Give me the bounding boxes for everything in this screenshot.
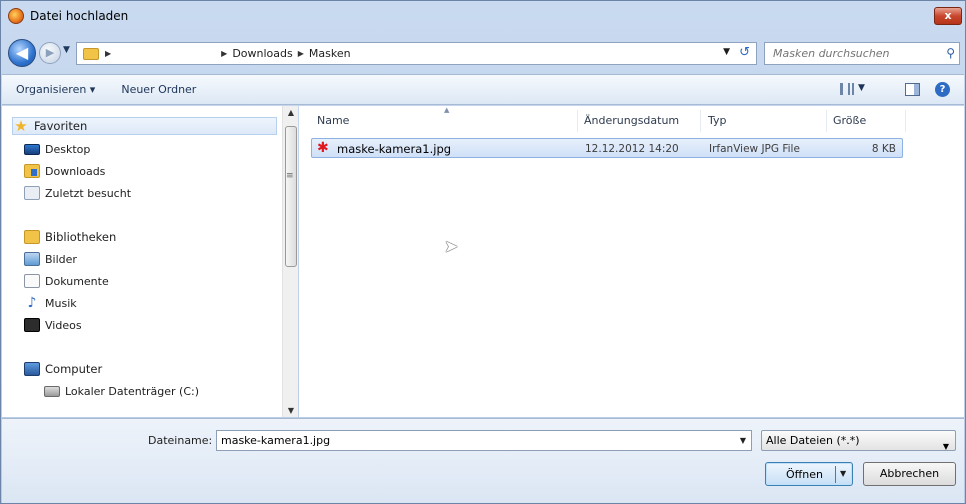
sidebar-item-label: Bilder [45,252,77,266]
search-input[interactable] [771,46,941,61]
recent-pages-dropdown-icon[interactable]: ▼ [63,45,70,55]
navigation-scrollbar[interactable]: ▲ ≡ ▼ [282,106,298,417]
open-button[interactable]: Öffnen ▼ [765,462,853,486]
navigation-pane: ★ Favoriten Desktop Downloads Zuletzt be… [2,106,298,417]
address-row: ◀ ▶ ▼ ▶ ▶ Downloads ▶ Masken ▼ ↺ ⚲ [1,35,965,69]
sort-ascending-icon: ▲ [444,106,450,114]
computer-icon [24,362,40,376]
sidebar-item-label: Favoriten [34,119,88,133]
breadcrumb-arrow-icon[interactable]: ▶ [298,49,304,58]
filename-combobox[interactable]: ▼ [216,430,752,451]
file-list: ▲ Name Änderungsdatum Typ Größe ✱ maske-… [299,106,964,417]
column-divider[interactable] [577,110,578,132]
music-icon: ♪ [27,295,37,311]
sidebar-item-local-disk[interactable]: Lokaler Datenträger (C:) [44,382,199,400]
scroll-up-icon[interactable]: ▲ [283,108,299,117]
sidebar-item-documents[interactable]: Dokumente [24,272,109,290]
search-box[interactable]: ⚲ [764,42,960,65]
preview-pane-icon[interactable] [905,83,920,96]
documents-icon [24,274,40,288]
sidebar-item-label: Desktop [45,142,91,156]
videos-icon [24,318,40,332]
file-size: 8 KB [871,143,896,155]
back-button[interactable]: ◀ [8,39,36,67]
sidebar-item-downloads[interactable]: Downloads [24,162,105,180]
sidebar-item-videos[interactable]: Videos [24,316,82,334]
split-divider [835,466,836,483]
change-view-icon[interactable] [840,83,854,95]
breadcrumb-masken[interactable]: Masken [309,47,351,60]
sidebar-item-pictures[interactable]: Bilder [24,250,77,268]
file-name: maske-kamera1.jpg [337,142,452,156]
close-button[interactable]: x [934,7,962,25]
open-options-dropdown-icon[interactable]: ▼ [840,469,846,478]
star-icon: ★ [14,117,28,135]
sidebar-item-label: Bibliotheken [45,230,117,244]
firefox-icon [8,8,24,24]
address-bar[interactable]: ▶ ▶ Downloads ▶ Masken ▼ ↺ [76,42,757,65]
column-header-size[interactable]: Größe [833,114,866,127]
recent-places-icon [24,186,40,200]
scroll-grip-icon: ≡ [286,171,294,181]
sidebar-item-label: Dokumente [45,274,109,288]
filter-dropdown-icon[interactable]: ▼ [943,437,949,456]
file-date: 12.12.2012 14:20 [585,143,679,155]
dialog-footer: Dateiname: ▼ Alle Dateien (*.*) ▼ Öffnen… [2,418,964,503]
toolbar: Organisieren ▾ Neuer Ordner ▼ ? [2,74,964,105]
view-dropdown-icon[interactable]: ▼ [858,83,865,93]
pictures-icon [24,252,40,266]
scroll-down-icon[interactable]: ▼ [283,406,299,415]
sidebar-item-recent[interactable]: Zuletzt besucht [24,184,131,202]
desktop-icon [24,143,40,155]
sidebar-item-label: Videos [45,318,82,332]
title-bar: Datei hochladen x [1,1,965,31]
column-divider[interactable] [700,110,701,132]
file-row-selected[interactable]: ✱ maske-kamera1.jpg 12.12.2012 14:20 Irf… [311,138,903,158]
new-folder-button[interactable]: Neuer Ordner [121,83,196,96]
filename-input[interactable] [219,433,719,448]
downloads-folder-icon [24,164,40,178]
forward-button[interactable]: ▶ [39,42,61,64]
column-header-type[interactable]: Typ [708,114,727,127]
sidebar-item-music[interactable]: ♪ Musik [24,294,77,312]
refresh-icon[interactable]: ↺ [739,45,750,60]
breadcrumb-arrow-icon[interactable]: ▶ [221,49,227,58]
sidebar-item-label: Musik [45,296,77,310]
address-dropdown-icon[interactable]: ▼ [723,47,730,57]
sidebar-item-label: Downloads [45,164,106,178]
sidebar-item-label: Zuletzt besucht [45,186,132,200]
window-title: Datei hochladen [30,9,129,23]
sidebar-item-desktop[interactable]: Desktop [24,140,90,158]
sidebar-item-label: Computer [45,362,103,376]
folder-icon [83,47,99,60]
hard-drive-icon [44,385,60,397]
cancel-button[interactable]: Abbrechen [863,462,956,486]
file-upload-dialog: Datei hochladen x ◀ ▶ ▼ ▶ ▶ Downloads ▶ … [0,0,966,504]
column-header-name[interactable]: Name [317,114,349,127]
breadcrumb-arrow-icon[interactable]: ▶ [105,49,111,58]
open-button-label: Öffnen [786,468,823,481]
libraries-icon [24,230,40,244]
scrollbar-thumb[interactable] [285,126,297,267]
filename-dropdown-icon[interactable]: ▼ [740,436,746,445]
breadcrumb: ▶ Downloads ▶ Masken [221,47,350,60]
irfanview-image-icon: ✱ [317,140,329,156]
organize-button[interactable]: Organisieren ▾ [16,83,95,96]
mouse-cursor-icon: ➤ [444,237,459,257]
sidebar-item-libraries[interactable]: Bibliotheken [24,228,116,246]
sidebar-item-label: Lokaler Datenträger (C:) [65,384,200,398]
sidebar-item-favorites[interactable]: ★ Favoriten [12,117,277,135]
sidebar-item-computer[interactable]: Computer [24,360,102,378]
help-icon[interactable]: ? [935,82,950,97]
file-type: IrfanView JPG File [709,143,800,155]
column-divider[interactable] [905,110,906,132]
column-divider[interactable] [826,110,827,132]
column-header-date[interactable]: Änderungsdatum [584,114,679,127]
filter-value: Alle Dateien (*.*) [766,434,860,447]
breadcrumb-downloads[interactable]: Downloads [232,47,292,60]
filename-label: Dateiname: [148,434,213,447]
file-type-filter[interactable]: Alle Dateien (*.*) ▼ [761,430,956,451]
search-icon[interactable]: ⚲ [946,46,955,60]
